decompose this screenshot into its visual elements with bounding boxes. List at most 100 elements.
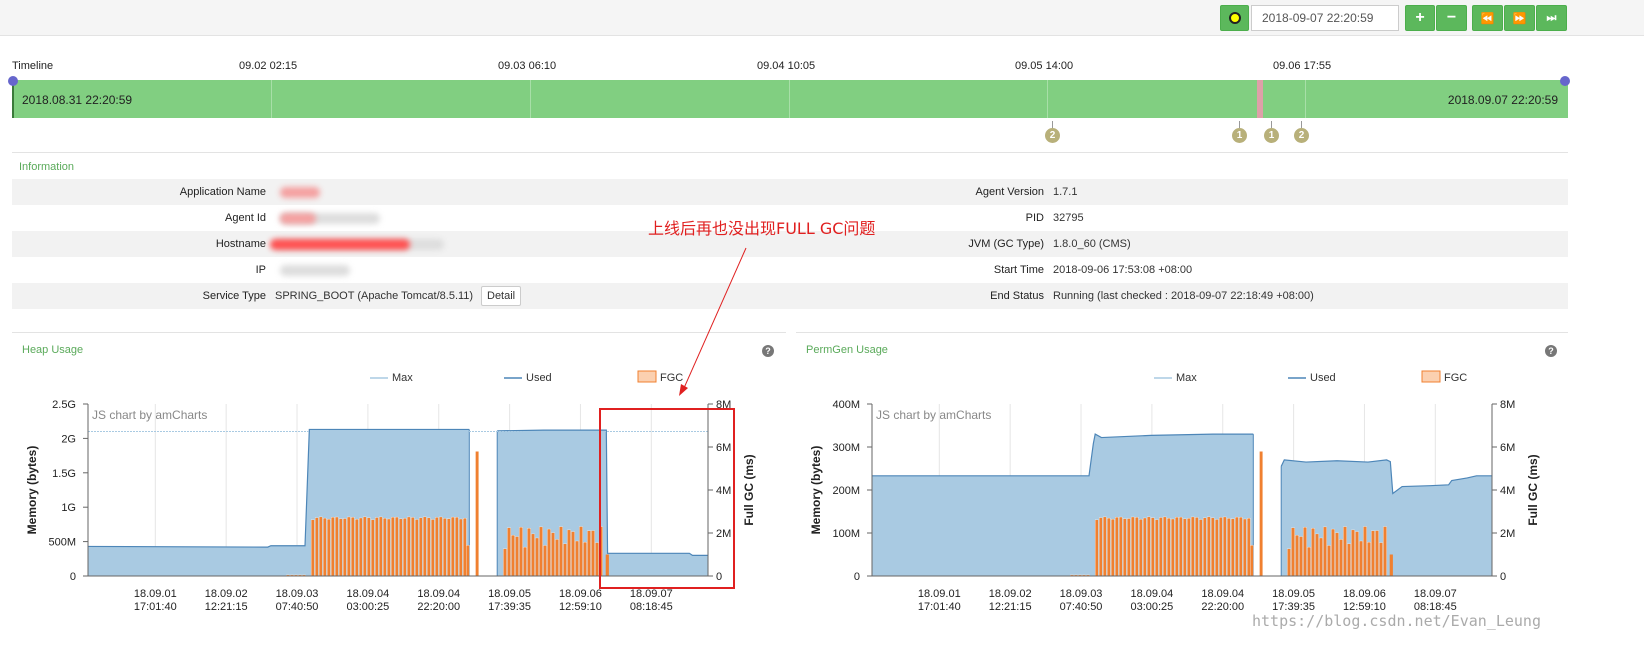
permgen-usage-chart: PermGen Usage Max Used FGC 18.09.0117:01:40 1… — [806, 344, 1540, 613]
fgc-bar — [1239, 517, 1243, 577]
y2-tick-label: 0 — [1500, 571, 1506, 583]
fgc-bar — [1371, 530, 1375, 577]
fgc-bar — [1191, 516, 1195, 577]
fgc-bar — [1379, 542, 1383, 577]
x-tick-label: 12:21:15 — [989, 601, 1032, 613]
fgc-bar — [1295, 535, 1299, 577]
fgc-bar — [1155, 519, 1159, 577]
x-tick-label: 22:20:00 — [1201, 601, 1244, 613]
fgc-bar — [1099, 517, 1103, 577]
fgc-bar — [1131, 516, 1135, 577]
fgc-bar — [1259, 451, 1263, 577]
y2-tick-label: 4M — [1500, 485, 1515, 497]
fgc-bar — [1219, 517, 1223, 577]
watermark: https://blog.csdn.net/Evan_Leung — [1252, 612, 1541, 630]
fgc-bar — [1319, 537, 1323, 577]
fgc-bar — [1227, 518, 1231, 577]
fgc-bar — [1187, 518, 1191, 577]
fgc-bar — [1315, 533, 1319, 577]
fgc-bar — [1115, 517, 1119, 577]
fgc-bar — [1303, 527, 1307, 577]
y-tick-label: 0 — [854, 571, 860, 583]
fgc-bar — [1151, 517, 1155, 577]
fgc-bar — [1139, 519, 1143, 577]
fgc-bar — [1231, 518, 1235, 577]
fgc-bar — [1199, 519, 1203, 577]
fgc-bar — [1375, 530, 1379, 577]
fgc-bar — [1311, 528, 1315, 577]
y2-tick-label: 6M — [1500, 442, 1515, 454]
annotation-text: 上线后再也没出现FULL GC问题 — [648, 219, 876, 238]
chart-title: PermGen Usage — [806, 344, 888, 356]
x-tick-label: 18.09.07 — [1414, 588, 1457, 600]
fgc-bar — [1291, 527, 1295, 577]
fgc-bar — [1159, 517, 1163, 577]
fgc-bar — [1339, 539, 1343, 577]
fgc-bar — [1135, 517, 1139, 577]
y-tick-label: 100M — [832, 528, 860, 540]
fgc-bar — [1287, 548, 1291, 577]
fgc-bar — [1247, 518, 1251, 577]
y-tick-label: 200M — [832, 485, 860, 497]
x-tick-label: 18.09.03 — [1060, 588, 1103, 600]
fgc-bar — [1143, 517, 1147, 577]
fgc-bar — [1119, 516, 1123, 577]
fgc-bar — [1179, 516, 1183, 577]
fgc-bar — [1389, 554, 1393, 576]
x-tick-label: 18.09.02 — [989, 588, 1032, 600]
x-tick-label: 18.09.01 — [918, 588, 961, 600]
fgc-bar — [1335, 532, 1339, 577]
x-tick-label: 18.09.04 — [1130, 588, 1173, 600]
legend-label: FGC — [1444, 372, 1467, 384]
fgc-bar — [1163, 516, 1167, 577]
y2-tick-label: 8M — [1500, 399, 1515, 411]
fgc-bar — [1195, 517, 1199, 577]
x-tick-label: 17:01:40 — [918, 601, 961, 613]
fgc-bar — [1327, 545, 1331, 577]
fgc-bar — [1343, 526, 1347, 577]
fgc-bar — [1175, 517, 1179, 577]
fgc-bar — [1223, 516, 1227, 577]
fgc-bar — [1351, 529, 1355, 577]
fgc-bar — [1367, 542, 1371, 577]
fgc-bar — [1250, 545, 1254, 577]
legend-label: Used — [1310, 372, 1336, 384]
chart-credit: JS chart by amCharts — [876, 408, 991, 422]
fgc-bar — [1107, 517, 1111, 577]
fgc-bar — [1359, 540, 1363, 577]
fgc-bar — [1323, 526, 1327, 577]
x-tick-label: 18.09.06 — [1343, 588, 1386, 600]
fgc-bar — [1363, 526, 1367, 577]
x-tick-label: 07:40:50 — [1060, 601, 1103, 613]
fgc-bar — [1347, 543, 1351, 577]
fgc-bar — [1215, 519, 1219, 577]
fgc-bar — [1355, 531, 1359, 577]
fgc-bar — [1211, 517, 1215, 577]
y-axis-title: Memory (bytes) — [809, 446, 823, 535]
fgc-bar — [1203, 517, 1207, 577]
fgc-bar — [1383, 526, 1387, 577]
fgc-bar — [1235, 516, 1239, 577]
x-tick-label: 18.09.05 — [1272, 588, 1315, 600]
legend-swatch — [1421, 370, 1441, 383]
x-tick-label: 03:00:25 — [1130, 601, 1173, 613]
fgc-bar — [1171, 518, 1175, 577]
legend-label: Max — [1176, 372, 1197, 384]
fgc-bar — [1207, 516, 1211, 577]
fgc-bar — [1103, 516, 1107, 577]
y-tick-label: 300M — [832, 442, 860, 454]
fgc-bar — [1183, 518, 1187, 577]
fgc-bar — [1111, 519, 1115, 577]
y2-tick-label: 2M — [1500, 528, 1515, 540]
fgc-bar — [1127, 518, 1131, 577]
x-tick-label: 18.09.04 — [1201, 588, 1244, 600]
fgc-bar — [1147, 516, 1151, 577]
fgc-bar — [1167, 518, 1171, 577]
y-tick-label: 400M — [832, 399, 860, 411]
fgc-bar — [1307, 546, 1311, 577]
fgc-bar — [1331, 528, 1335, 577]
y2-axis-title: Full GC (ms) — [1526, 454, 1540, 525]
fgc-bar — [1095, 519, 1099, 577]
fgc-bar — [1243, 518, 1247, 577]
fgc-bar — [1299, 536, 1303, 577]
